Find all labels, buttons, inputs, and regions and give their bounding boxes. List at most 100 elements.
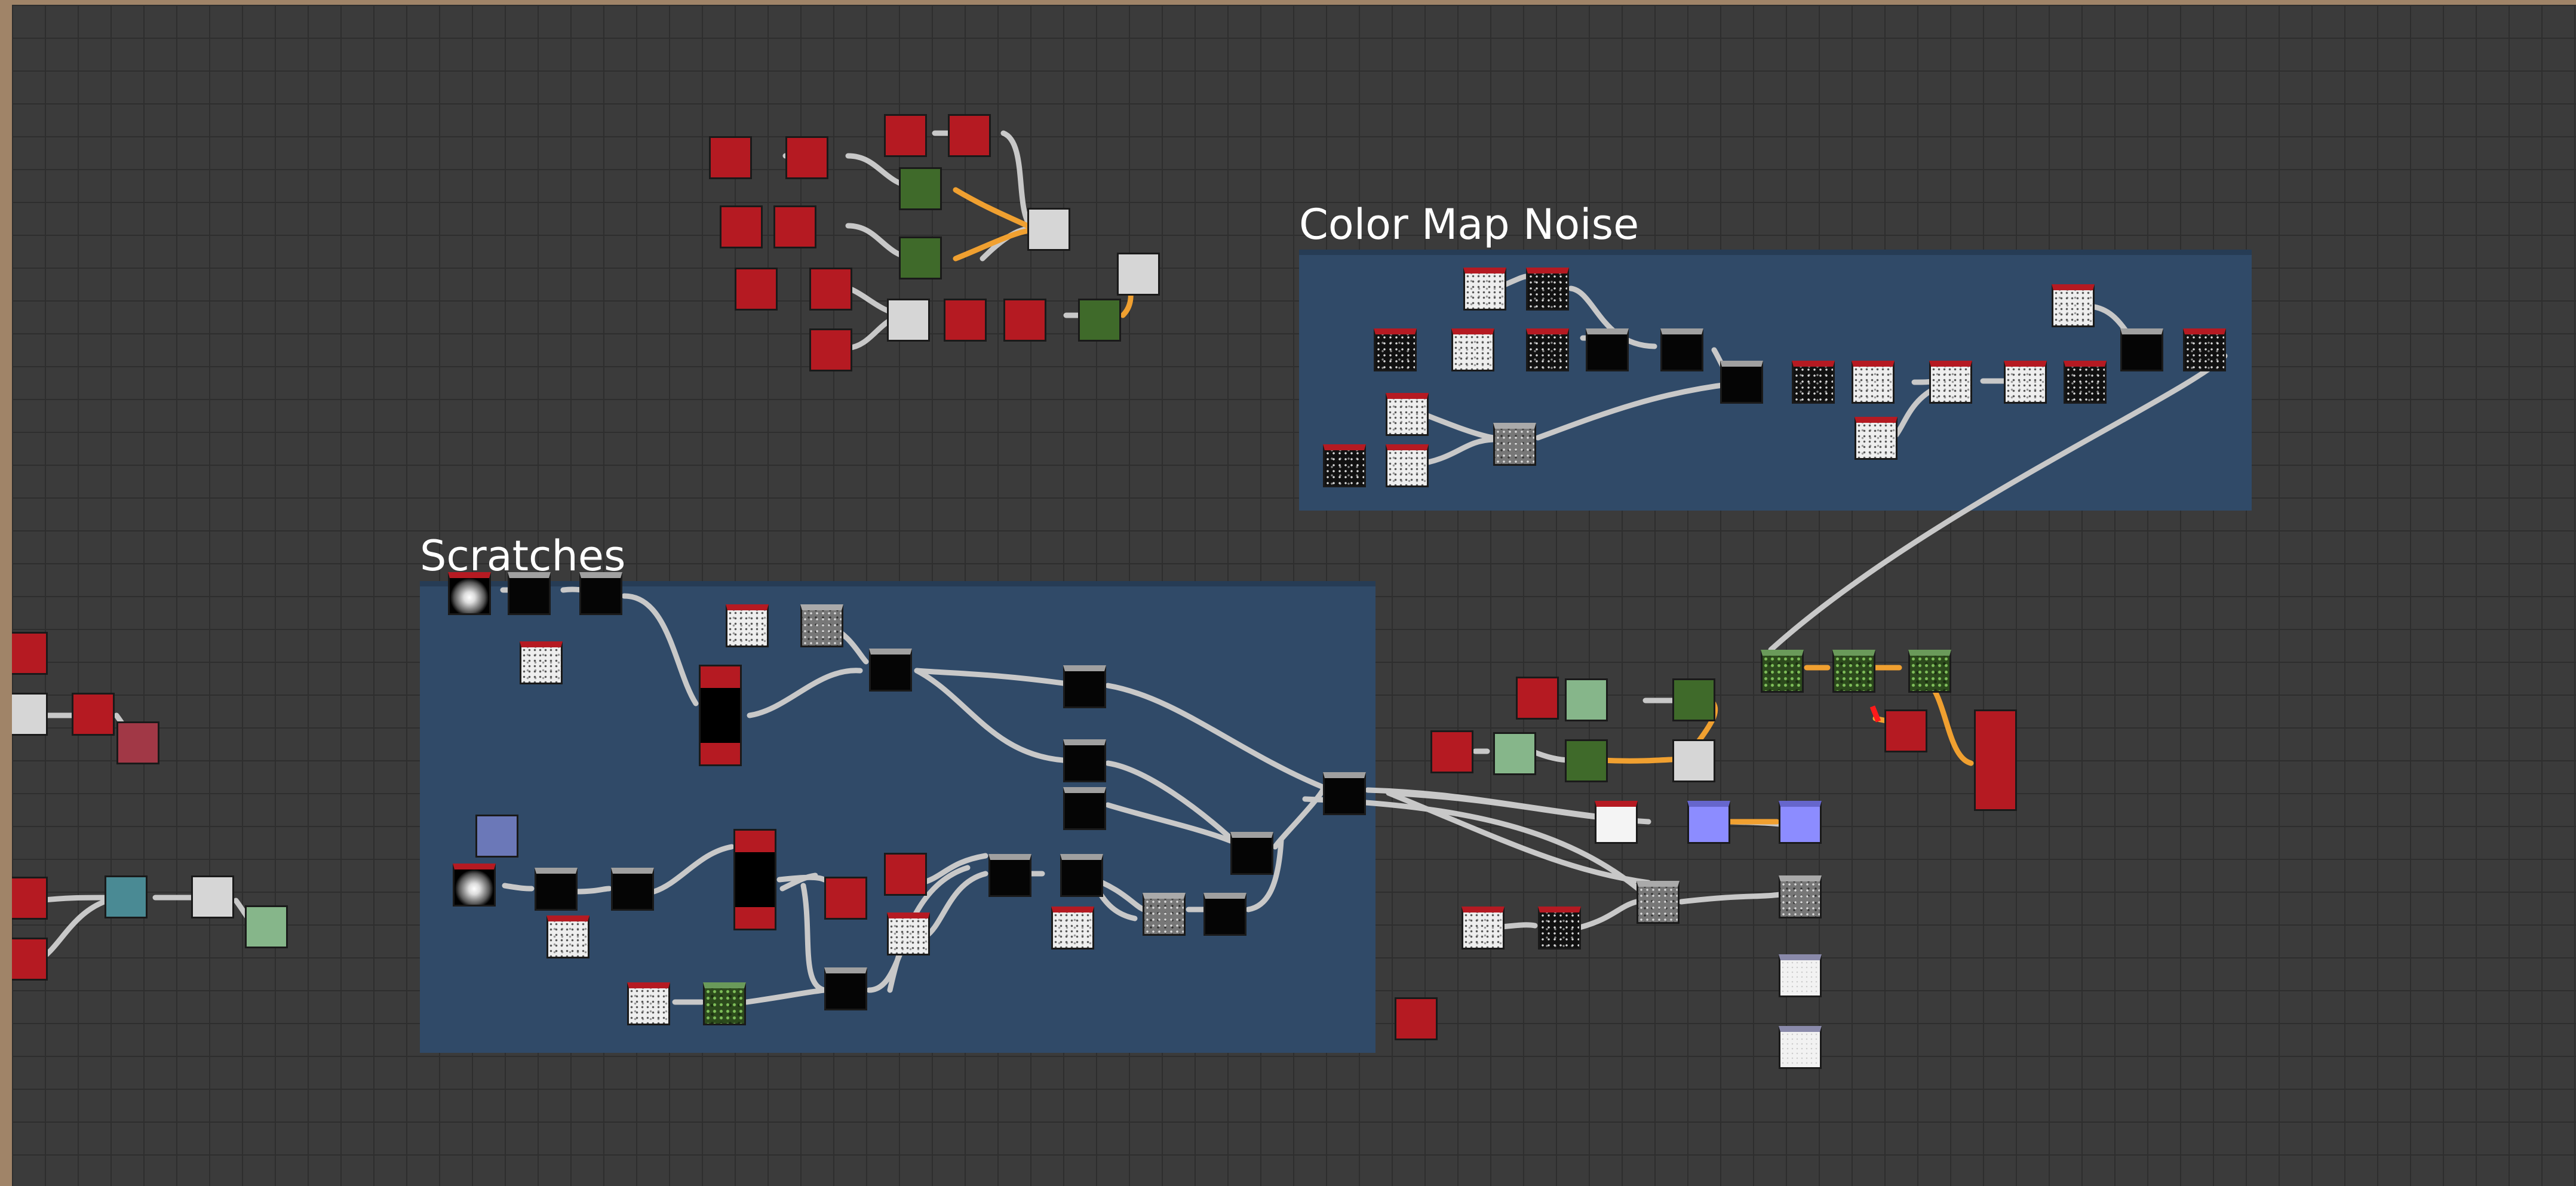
graph-node[interactable] [627,982,670,1025]
graph-node[interactable] [1779,875,1822,918]
graph-node[interactable] [1884,709,1927,752]
graph-node[interactable] [1386,393,1429,436]
graph-node[interactable] [1855,417,1898,460]
graph-node[interactable] [720,205,763,248]
graph-node[interactable] [1323,772,1366,815]
graph-node[interactable] [1063,787,1106,830]
graph-node[interactable] [453,864,496,907]
graph-node[interactable] [709,136,752,179]
graph-node[interactable] [1060,854,1103,897]
graph-node[interactable] [1003,299,1046,342]
graph-node[interactable] [1063,665,1106,708]
graph-node[interactable] [1538,907,1581,950]
graph-node[interactable] [773,205,816,248]
graph-node[interactable] [1230,832,1273,875]
graph-node[interactable] [1203,893,1246,936]
graph-node[interactable] [1720,361,1763,404]
graph-node[interactable] [12,632,48,675]
graph-node[interactable] [191,875,234,918]
graph-node[interactable] [800,604,843,647]
graph-node[interactable] [72,693,115,736]
graph-node[interactable] [1526,328,1569,371]
graph-node[interactable] [1779,801,1822,844]
graph-node[interactable] [988,854,1031,897]
graph-node[interactable] [1586,328,1629,371]
graph-node[interactable] [703,982,746,1025]
graph-node[interactable] [809,268,852,311]
graph-node[interactable] [1565,739,1608,782]
graph-node[interactable] [1637,881,1680,924]
graph-node[interactable] [520,641,563,684]
graph-node[interactable] [1516,677,1559,720]
graph-node[interactable] [105,875,148,918]
graph-node[interactable] [1386,444,1429,487]
graph-node[interactable] [1832,650,1875,693]
graph-node[interactable] [475,815,518,858]
graph-node[interactable] [1672,739,1715,782]
graph-node[interactable] [1323,444,1366,487]
graph-node[interactable] [887,912,930,955]
graph-node[interactable] [1078,299,1121,342]
graph-node[interactable] [1687,801,1730,844]
graph-node[interactable] [245,905,288,948]
node-graph-canvas[interactable]: Color Map Noise Scratches [12,5,2576,1186]
graph-node[interactable] [944,299,987,342]
graph-node[interactable] [2064,361,2107,404]
graph-node[interactable] [12,693,48,736]
graph-node[interactable] [699,665,742,766]
graph-node[interactable] [1493,423,1536,466]
graph-node[interactable] [12,877,48,920]
graph-node[interactable] [735,268,778,311]
graph-node[interactable] [1929,361,1972,404]
graph-node[interactable] [546,915,589,958]
graph-node[interactable] [899,236,942,279]
graph-node[interactable] [1493,732,1536,775]
graph-node[interactable] [785,136,828,179]
graph-node[interactable] [1974,709,2017,811]
graph-node[interactable] [1565,678,1608,721]
graph-node[interactable] [1117,253,1160,296]
graph-node[interactable] [2120,328,2163,371]
graph-node[interactable] [1063,739,1106,782]
graph-node[interactable] [1908,650,1951,693]
graph-node[interactable] [1143,893,1186,936]
graph-node[interactable] [116,721,159,764]
graph-node[interactable] [2183,328,2226,371]
graph-node[interactable] [824,877,867,920]
graph-node[interactable] [899,167,942,210]
graph-node[interactable] [1660,328,1703,371]
graph-node[interactable] [12,938,48,981]
graph-node[interactable] [726,604,769,647]
graph-node[interactable] [1027,208,1070,251]
graph-node[interactable] [1779,954,1822,997]
graph-node[interactable] [508,572,551,615]
graph-node[interactable] [884,853,927,896]
graph-node[interactable] [1463,268,1506,311]
graph-node[interactable] [1779,1026,1822,1069]
graph-node[interactable] [948,114,991,157]
graph-node[interactable] [1792,361,1835,404]
graph-node[interactable] [448,572,491,615]
graph-node[interactable] [733,829,776,930]
graph-node[interactable] [1595,801,1638,844]
graph-node[interactable] [1430,730,1473,773]
graph-node[interactable] [579,572,622,615]
graph-node[interactable] [1462,907,1505,950]
graph-node[interactable] [2004,361,2047,404]
graph-node[interactable] [887,299,930,342]
graph-node[interactable] [1761,650,1804,693]
graph-node[interactable] [1526,268,1569,311]
graph-node[interactable] [535,868,578,911]
graph-node[interactable] [869,649,912,692]
graph-node[interactable] [809,328,852,371]
graph-node[interactable] [884,114,927,157]
graph-node[interactable] [1672,678,1715,721]
graph-node[interactable] [1395,997,1438,1040]
graph-node[interactable] [824,967,867,1010]
graph-node[interactable] [1852,361,1895,404]
graph-node[interactable] [1051,907,1094,950]
graph-node[interactable] [1374,328,1417,371]
graph-node[interactable] [2052,284,2095,327]
graph-node[interactable] [611,868,654,911]
graph-node[interactable] [1451,328,1494,371]
